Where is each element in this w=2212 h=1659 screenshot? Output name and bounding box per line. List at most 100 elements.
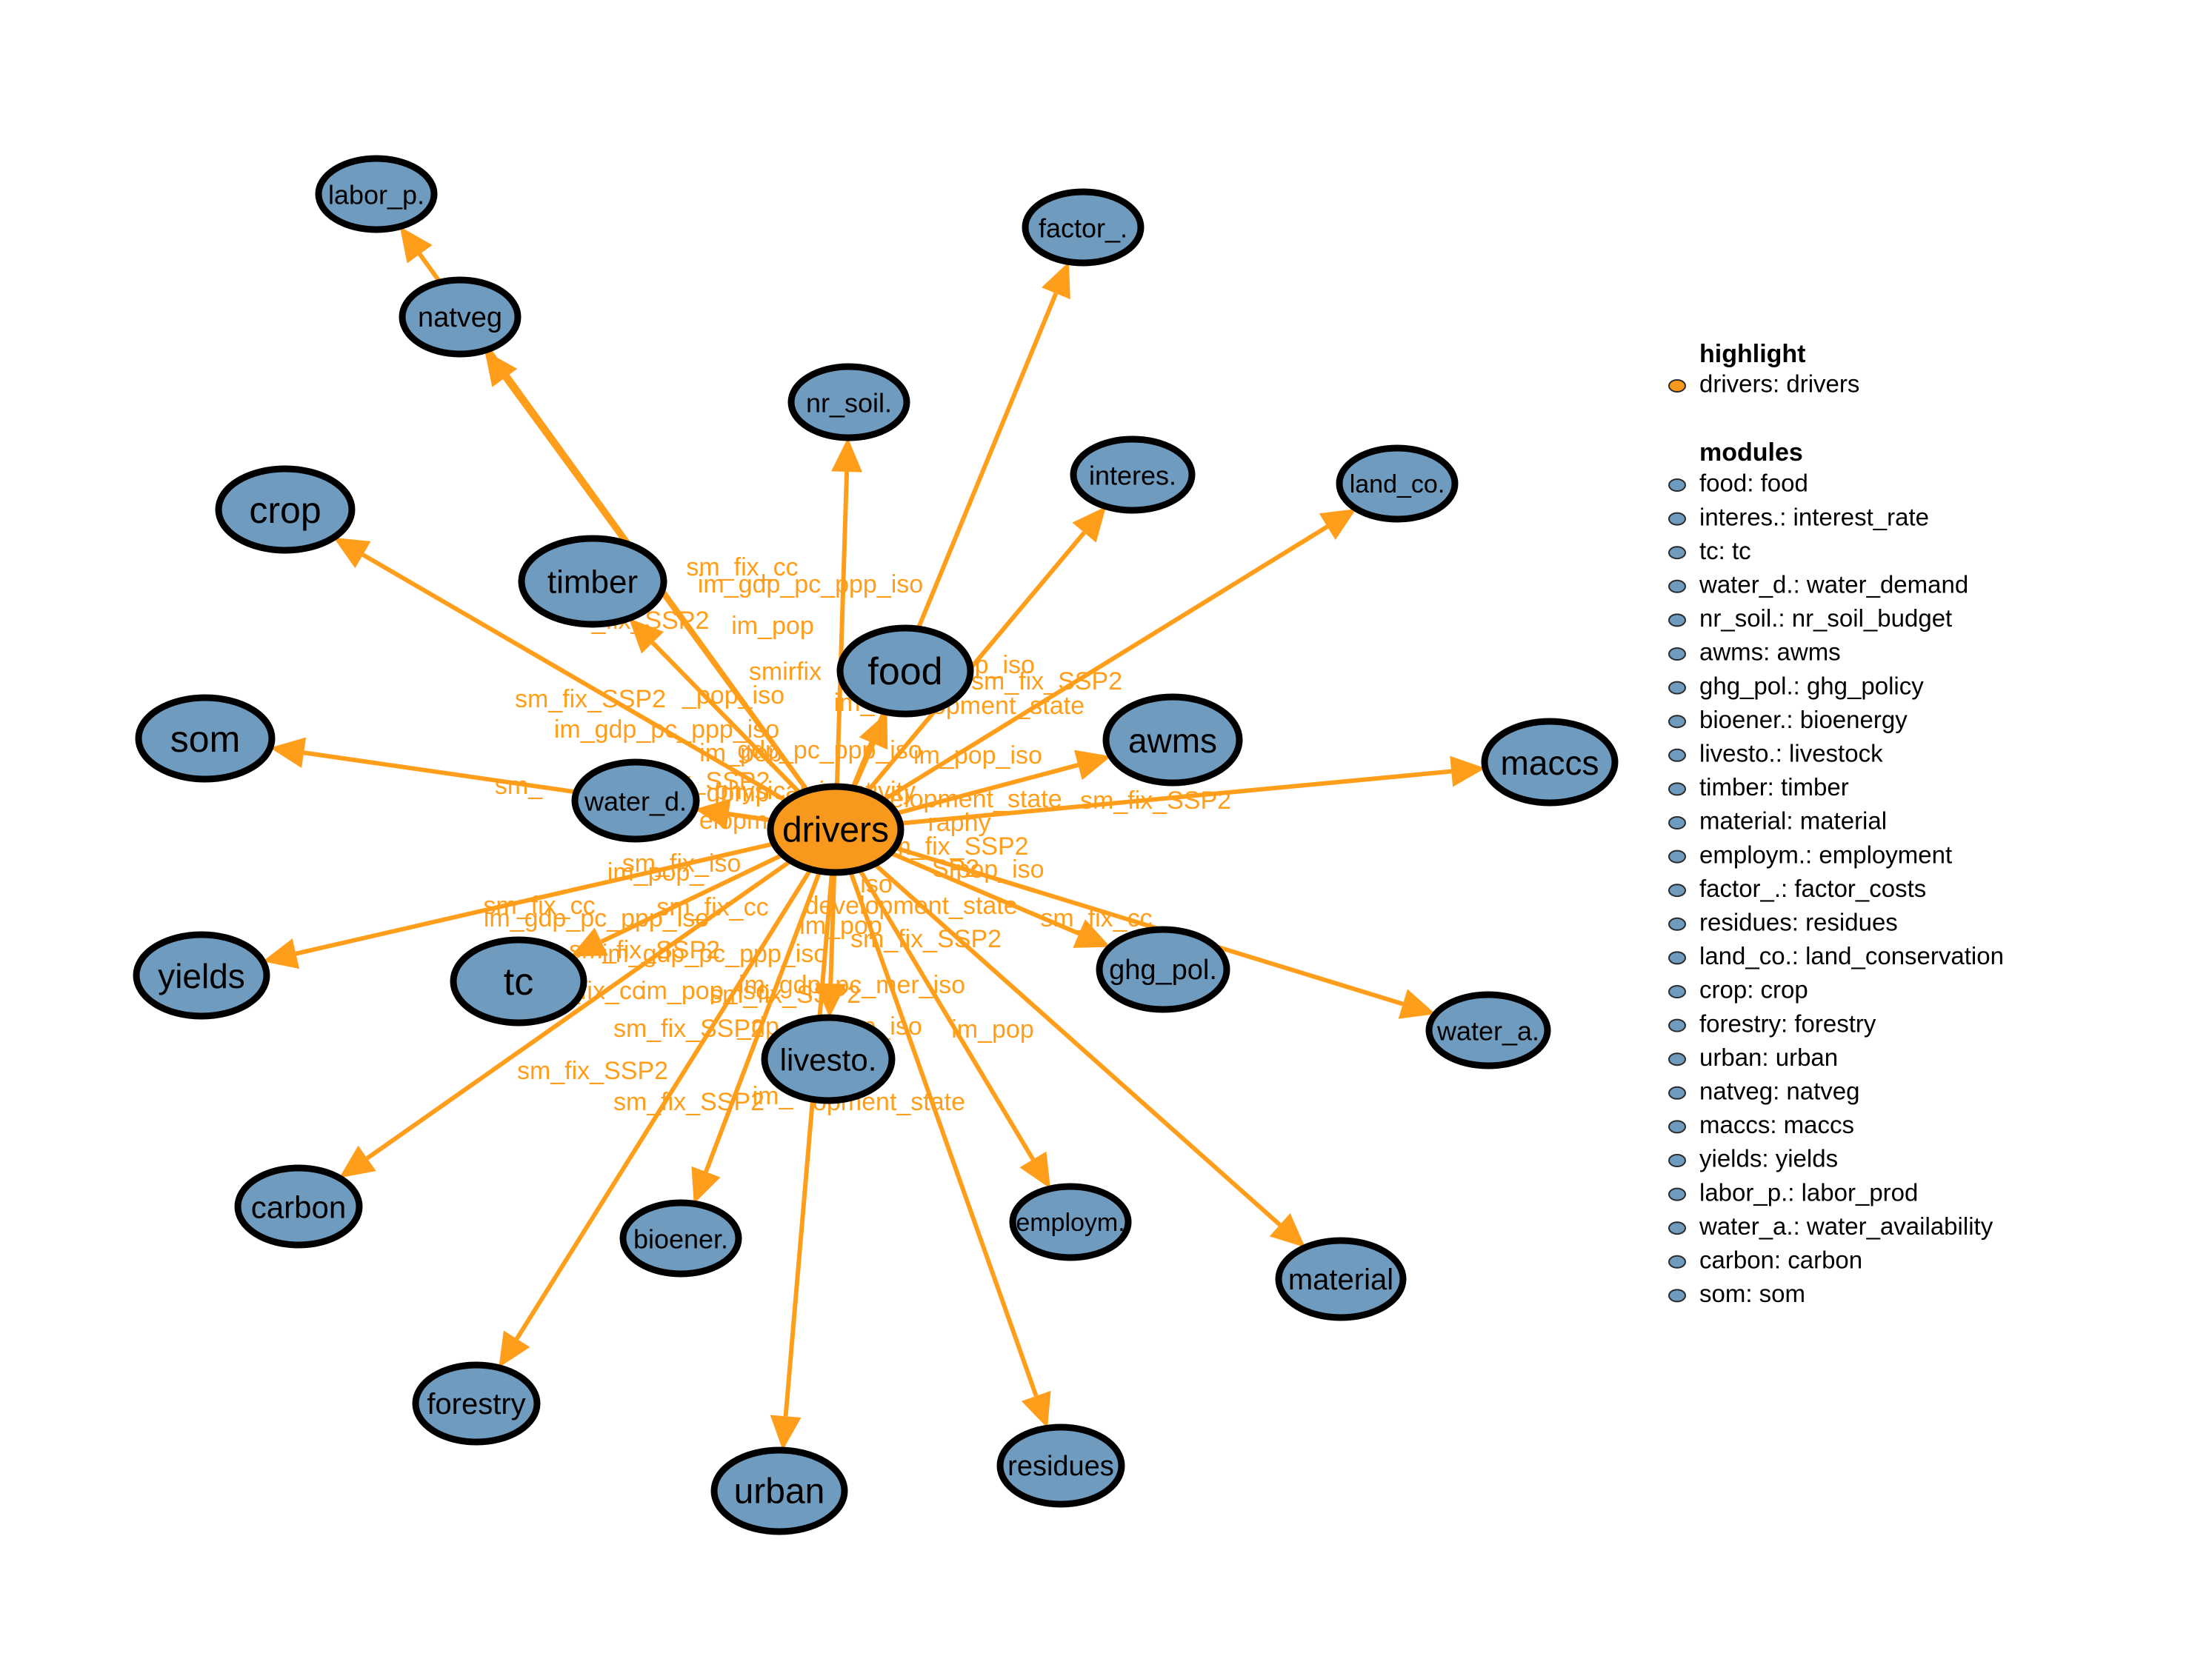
- legend-key-ghg-pol-: [1668, 681, 1686, 695]
- node-tc[interactable]: tc: [450, 936, 587, 1027]
- node-residues[interactable]: residues: [996, 1423, 1125, 1508]
- legend-item-ghg-pol-[interactable]: ghg_pol.: ghg_policy: [1699, 672, 1924, 699]
- legend-key-bioener-: [1668, 715, 1686, 729]
- legend-key-food: [1668, 478, 1686, 492]
- node-drivers[interactable]: drivers: [767, 783, 905, 876]
- node-land_co[interactable]: land_co.: [1336, 444, 1459, 523]
- node-factor_[interactable]: factor_.: [1022, 188, 1145, 267]
- legend-item-nr-soil-[interactable]: nr_soil.: nr_soil_budget: [1699, 604, 1952, 632]
- node-water_a[interactable]: water_a.: [1425, 991, 1551, 1069]
- legend-item-employm-[interactable]: employm.: employment: [1699, 841, 1952, 868]
- legend-item-livesto-[interactable]: livesto.: livestock: [1699, 740, 1883, 767]
- node-livesto[interactable]: livesto.: [761, 1014, 896, 1104]
- legend-item-natveg[interactable]: natveg: natveg: [1699, 1078, 1860, 1105]
- legend-item-tc[interactable]: tc: tc: [1699, 537, 1751, 564]
- node-urban[interactable]: urban: [710, 1446, 848, 1535]
- edge-label: sm_fix_SSP2: [515, 685, 666, 713]
- legend-key-water-a-: [1668, 1221, 1686, 1235]
- legend-item-bioener-[interactable]: bioener.: bioenergy: [1699, 706, 1908, 733]
- edge-arrowhead-employm: [1019, 1151, 1051, 1189]
- node-timber[interactable]: timber: [518, 535, 667, 628]
- node-maccs[interactable]: maccs: [1481, 718, 1619, 807]
- legend-key-awms: [1668, 647, 1686, 661]
- legend-highlight-title: highlight: [1699, 340, 1806, 368]
- edge-arrowhead-urban: [770, 1415, 802, 1451]
- node-som[interactable]: som: [135, 694, 276, 783]
- legend-key-nr-soil-: [1668, 613, 1686, 627]
- edge-arrowhead-labor_p: [399, 226, 433, 264]
- node-label-drivers: drivers: [782, 811, 889, 850]
- legend-item-drivers[interactable]: drivers: drivers: [1699, 370, 1859, 398]
- node-interes[interactable]: interes.: [1070, 435, 1196, 514]
- edge-label: im_gdp_pc_ppp_iso: [602, 940, 827, 968]
- legend-item-residues[interactable]: residues: residues: [1699, 909, 1898, 936]
- edge-arrowhead-maccs: [1450, 755, 1485, 787]
- node-employm[interactable]: employm.: [1009, 1183, 1132, 1261]
- edge-label: sm_fix_cc: [1040, 904, 1152, 932]
- legend-key-carbon: [1668, 1255, 1686, 1269]
- legend-item-water-d-[interactable]: water_d.: water_demand: [1699, 571, 1968, 598]
- edge-arrowhead-residues: [1021, 1390, 1051, 1429]
- node-awms[interactable]: awms: [1102, 693, 1243, 787]
- node-bioener[interactable]: bioener.: [619, 1199, 742, 1278]
- legend-item-som[interactable]: som: som: [1699, 1280, 1805, 1307]
- legend-key-employm-: [1668, 849, 1686, 864]
- legend-item-interes-[interactable]: interes.: interest_rate: [1699, 503, 1929, 530]
- node-label-water_d: water_d.: [584, 787, 687, 817]
- legend-item-water-a-[interactable]: water_a.: water_availability: [1699, 1212, 1993, 1240]
- node-nr_soil[interactable]: nr_soil.: [787, 363, 910, 441]
- node-ghg_pol[interactable]: ghg_pol.: [1096, 926, 1230, 1013]
- edge-arrowhead-yields: [262, 938, 300, 969]
- legend-key-timber: [1668, 782, 1686, 796]
- edge-label: _pop_iso: [682, 681, 784, 710]
- node-label-som: som: [170, 718, 240, 760]
- edge-arrowhead-carbon: [339, 1145, 376, 1178]
- legend-key-maccs: [1668, 1120, 1686, 1134]
- edge-arrowhead-awms: [1073, 750, 1111, 781]
- node-labor_p[interactable]: labor_p.: [315, 155, 438, 233]
- legend-key-factor-: [1668, 884, 1686, 898]
- node-carbon[interactable]: carbon: [234, 1164, 363, 1249]
- legend-key-interes-: [1668, 512, 1686, 526]
- edge-label: sm_fix_SSP2: [850, 925, 1002, 953]
- node-food[interactable]: food: [836, 624, 974, 718]
- node-natveg[interactable]: natveg: [399, 276, 522, 358]
- node-water_d[interactable]: water_d.: [571, 758, 700, 843]
- legend-item-carbon[interactable]: carbon: carbon: [1699, 1246, 1862, 1274]
- legend-item-food[interactable]: food: food: [1699, 470, 1808, 497]
- legend-item-labor-p-[interactable]: labor_p.: labor_prod: [1699, 1178, 1918, 1206]
- edge-label: sm_: [495, 772, 543, 800]
- edge-label: dpmp: [706, 779, 769, 807]
- node-crop[interactable]: crop: [215, 465, 356, 554]
- node-label-ghg_pol: ghg_pol.: [1109, 955, 1217, 986]
- legend-item-factor-[interactable]: factor_.: factor_costs: [1699, 875, 1926, 902]
- node-label-timber: timber: [547, 564, 638, 601]
- node-label-labor_p: labor_p.: [328, 180, 424, 210]
- legend-item-timber[interactable]: timber: timber: [1699, 773, 1849, 801]
- legend-item-material[interactable]: material: material: [1699, 807, 1887, 835]
- edge-arrowhead-forestry: [499, 1330, 530, 1368]
- edge-label: im_gdp_pc_ppp_iso: [484, 904, 709, 932]
- node-material[interactable]: material: [1275, 1237, 1407, 1321]
- legend-item-awms[interactable]: awms: awms: [1699, 638, 1841, 666]
- legend-item-crop[interactable]: crop: crop: [1699, 976, 1808, 1004]
- legend-item-urban[interactable]: urban: urban: [1699, 1044, 1838, 1071]
- edge-arrowhead-bioener: [691, 1166, 721, 1204]
- node-label-livesto: livesto.: [780, 1043, 877, 1078]
- legend-item-forestry[interactable]: forestry: forestry: [1699, 1009, 1876, 1037]
- legend-item-maccs[interactable]: maccs: maccs: [1699, 1111, 1854, 1138]
- node-yields[interactable]: yields: [133, 931, 270, 1020]
- node-forestry[interactable]: forestry: [412, 1361, 541, 1446]
- legend-key-land-co-: [1668, 951, 1686, 965]
- legend-modules-title: modules: [1699, 438, 1803, 467]
- legend-key-natveg: [1668, 1086, 1686, 1100]
- edge-label: sm_fix_SSP2: [613, 1088, 764, 1116]
- legend-panel: highlightdrivers: drivers modules food: fo…: [1668, 340, 2004, 1307]
- legend-item-land-co-[interactable]: land_co.: land_conservation: [1699, 942, 2004, 969]
- legend-key-material: [1668, 816, 1686, 830]
- legend-item-yields[interactable]: yields: yields: [1699, 1145, 1838, 1172]
- node-label-water_a: water_a.: [1436, 1016, 1539, 1047]
- legend-key-drivers: [1668, 379, 1686, 393]
- nodes-layer: drivers food water_d. awms timber livesto. ghg…: [133, 155, 1619, 1535]
- edge-label: im_pop_iso: [913, 741, 1042, 770]
